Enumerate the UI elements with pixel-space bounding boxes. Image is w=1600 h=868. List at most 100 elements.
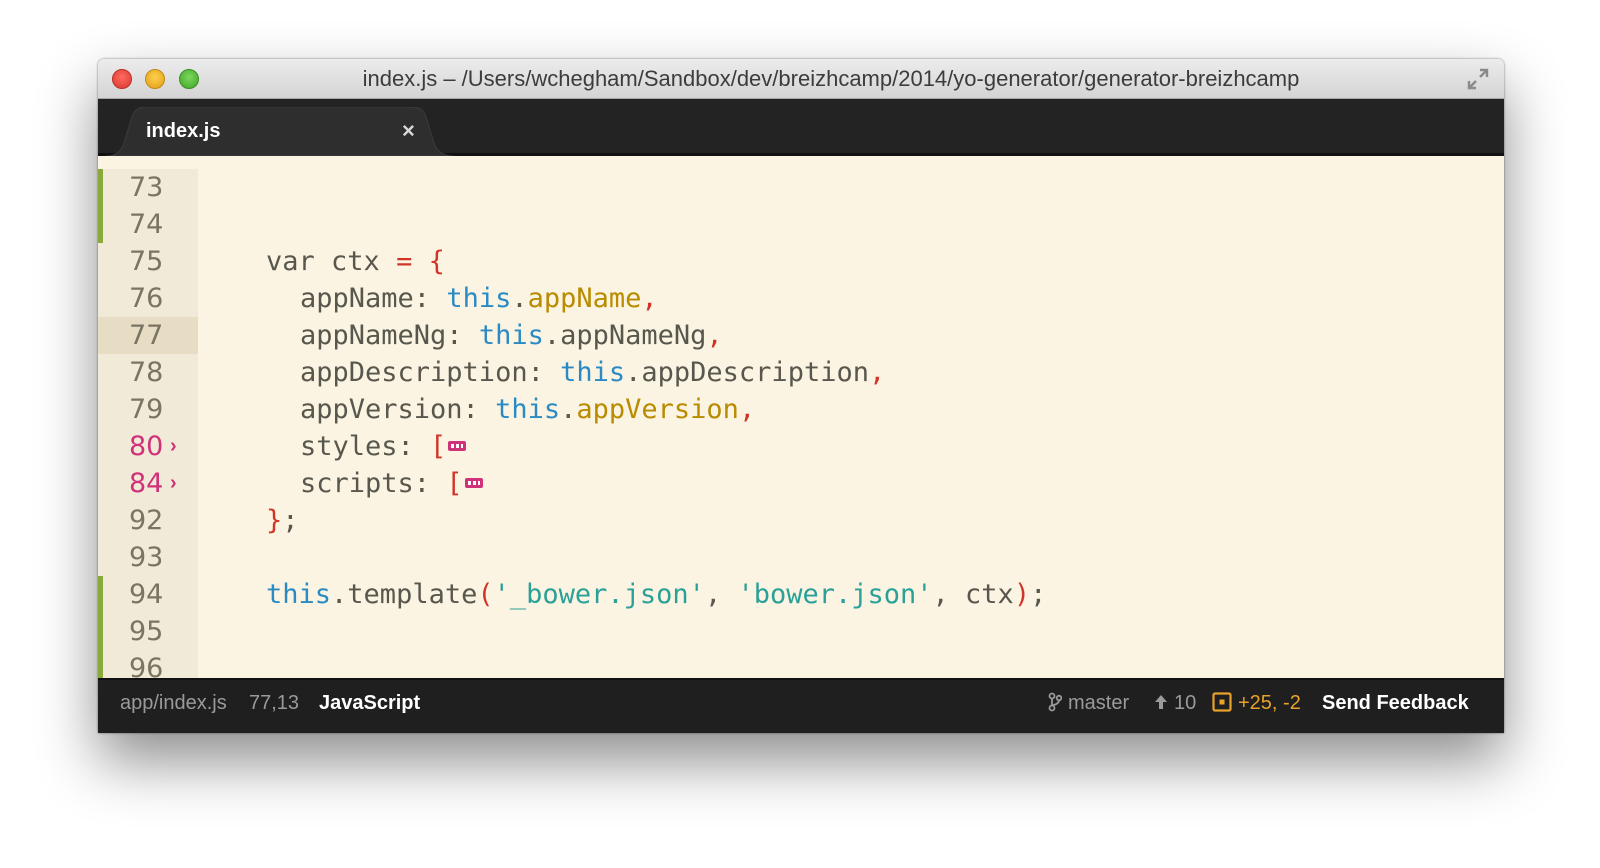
code-text: appDescription: this.appDescription, (300, 354, 885, 391)
code-line: 93 (98, 539, 1504, 576)
token-paren: ( (477, 579, 494, 610)
token-brace: { (412, 246, 445, 277)
token-this: this (495, 394, 561, 425)
zoom-window-button[interactable] (179, 69, 199, 89)
status-syntax[interactable]: JavaScript (319, 692, 420, 715)
token-operator: = (396, 246, 413, 277)
token-identifier: ctx (965, 579, 1014, 610)
token-this: this (446, 283, 512, 314)
ahead-count: 10 (1174, 692, 1197, 714)
line-number: 96 (98, 650, 198, 678)
line-number: 75 (129, 246, 164, 277)
code-line: 79 appVersion: this.appVersion, (98, 391, 1504, 428)
folded-region-icon[interactable] (448, 440, 467, 451)
token-this: this (266, 579, 332, 610)
token-bracket: [ (430, 431, 447, 462)
editor-window: index.js – /Users/wchegham/Sandbox/dev/b… (98, 59, 1504, 733)
tab-index-js[interactable]: index.js × (106, 107, 454, 156)
token-identifier: ctx (314, 246, 397, 277)
token-string: 'bower.json' (737, 579, 933, 610)
token-property: appVersion (576, 394, 739, 425)
status-cursor-position: 77,13 (249, 692, 300, 714)
token-dot: . (560, 394, 577, 425)
folded-region-icon[interactable] (464, 477, 483, 488)
code-text: appNameNg: this.appNameNg, (300, 317, 723, 354)
token-key: appDescription: (300, 357, 561, 388)
status-diff: +25, -2 (1212, 692, 1301, 715)
token-property: appDescription (641, 357, 869, 388)
token-comma: , (738, 394, 756, 425)
token-bracket: [ (446, 468, 463, 499)
code-line: 75 var ctx = { (98, 243, 1504, 280)
line-number: 95 (98, 613, 198, 650)
code-text: this.template('_bower.json', 'bower.json… (266, 576, 1046, 613)
token-key: appName: (300, 283, 447, 314)
token-this: this (560, 357, 626, 388)
fullscreen-expand-icon[interactable] (1466, 67, 1490, 91)
token-property: appName (527, 283, 642, 314)
close-window-button[interactable] (112, 69, 132, 89)
code-line: 84 › scripts: [ (98, 465, 1504, 502)
token-key: appVersion: (300, 394, 496, 425)
send-feedback-button[interactable]: Send Feedback (1322, 692, 1469, 715)
code-line: 80 › styles: [ (98, 428, 1504, 465)
line-number: 76 (129, 283, 164, 314)
token-brace: } (266, 505, 283, 536)
diff-box-icon (1212, 692, 1232, 712)
code-line: 78 appDescription: this.appDescription, (98, 354, 1504, 391)
token-string: '_bower.json' (493, 579, 705, 610)
diff-count: +25, -2 (1238, 692, 1301, 714)
fold-expand-icon[interactable]: › (170, 465, 177, 502)
token-separator: , (704, 579, 738, 610)
code-editor[interactable]: 73 74 75 var ctx = { 76 appName: this.ap… (98, 169, 1504, 678)
line-number: 73 (98, 169, 198, 206)
code-text: appVersion: this.appVersion, (300, 391, 755, 428)
code-line: 74 (98, 206, 1504, 243)
line-number: 94 (98, 576, 198, 613)
token-paren: ) (1013, 579, 1031, 610)
code-line: 94 this.template('_bower.json', 'bower.j… (98, 576, 1504, 613)
tab-bar: index.js × (98, 99, 1504, 156)
code-line: 95 (98, 613, 1504, 650)
token-dot: . (543, 320, 561, 351)
line-number: 92 (129, 505, 164, 536)
line-number: 79 (129, 394, 164, 425)
window-title: index.js – /Users/wchegham/Sandbox/dev/b… (362, 66, 1300, 91)
minimize-window-button[interactable] (145, 69, 165, 89)
line-number-current: 77 (98, 317, 198, 354)
token-keyword: var (266, 246, 315, 277)
code-text: }; (266, 502, 299, 539)
status-git-branch[interactable]: master (1048, 692, 1129, 715)
arrow-up-icon (1155, 694, 1167, 709)
code-line: 73 (98, 169, 1504, 206)
token-separator: , (932, 579, 966, 610)
token-method: template (347, 579, 478, 610)
code-line: 77 appNameNg: this.appNameNg, (98, 317, 1504, 354)
tab-close-button[interactable]: × (402, 119, 415, 143)
token-comma: , (868, 357, 886, 388)
status-filepath: app/index.js (120, 692, 227, 714)
line-number: 93 (129, 542, 164, 573)
line-number: 78 (129, 357, 164, 388)
git-branch-icon (1048, 692, 1062, 712)
status-commits-ahead: 10 (1154, 692, 1196, 715)
token-comma: , (641, 283, 658, 314)
code-text: var ctx = { (266, 243, 445, 280)
code-line: 76 appName: this.appName, (98, 280, 1504, 317)
token-key: appNameNg: (300, 320, 479, 351)
code-text: appName: this.appName, (300, 280, 658, 317)
token-semicolon: ; (1030, 579, 1047, 610)
line-number-folded: 84 (129, 468, 164, 499)
code-text: styles: [ (300, 428, 467, 465)
token-this: this (478, 320, 544, 351)
branch-name: master (1068, 692, 1130, 714)
title-bar[interactable]: index.js – /Users/wchegham/Sandbox/dev/b… (98, 59, 1504, 99)
fold-expand-icon[interactable]: › (170, 428, 177, 465)
token-key: scripts: (300, 468, 447, 499)
line-number-folded: 80 (129, 431, 164, 462)
token-dot: . (625, 357, 642, 388)
tab-label: index.js (146, 120, 221, 142)
status-bar: app/index.js 77,13 JavaScript master 10 … (98, 678, 1504, 733)
token-dot: . (511, 283, 528, 314)
token-property: appNameNg (560, 320, 707, 351)
